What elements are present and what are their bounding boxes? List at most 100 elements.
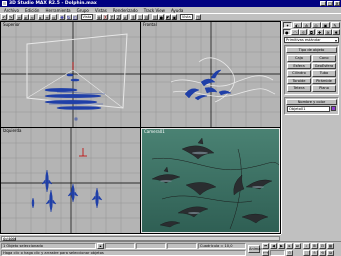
helpers-icon[interactable]: ✚ — [315, 29, 324, 35]
menu-archivo[interactable]: Archivo — [1, 8, 22, 13]
lights-icon[interactable]: ☼ — [299, 29, 308, 35]
link-icon[interactable]: ∞ — [16, 14, 22, 20]
geosphere-button[interactable]: GeoEsfera — [312, 62, 336, 69]
restrict-z-icon[interactable]: Z — [115, 14, 122, 20]
restrict-xy-icon[interactable]: ≠ — [121, 14, 128, 20]
space-warps-icon[interactable]: ≋ — [324, 29, 332, 35]
box-button[interactable]: Caja — [287, 55, 311, 62]
command-panel-tabs: ✦ ◐ ⋔ ◎ ▣ ✎ — [282, 21, 341, 29]
maximize-button[interactable]: □ — [327, 1, 333, 6]
unlink-icon[interactable]: ⌀ — [22, 14, 29, 20]
bind-space-warp-icon[interactable]: ≈ — [29, 14, 35, 20]
menu-vistas[interactable]: Vistas — [92, 8, 110, 13]
pivot-center-icon[interactable]: ⊕ — [95, 14, 102, 20]
menu-herramienta[interactable]: Herramienta — [42, 8, 73, 13]
teapot-button[interactable]: Tetera — [287, 85, 311, 92]
render-type-dropdown[interactable]: Vista — [179, 14, 193, 20]
previous-frame-icon[interactable]: ◀ — [270, 243, 277, 249]
arc-rotate-icon[interactable]: ⟲ — [319, 250, 326, 256]
pan-icon[interactable]: ✋︎ — [311, 250, 318, 256]
modify-tab-icon[interactable]: ◐ — [292, 22, 302, 28]
viewport-camera-canvas — [142, 129, 279, 232]
material-editor-icon[interactable]: ● — [158, 14, 165, 20]
viewport-front[interactable]: Frontal — [141, 22, 280, 127]
name-color-rollout-header[interactable]: Nombre y color — [286, 98, 337, 105]
time-config-icon[interactable]: ⏱ — [286, 250, 293, 256]
category-dropdown[interactable]: Primitivas estándar — [284, 37, 339, 43]
viewport-top[interactable]: Superior — [1, 22, 140, 127]
app-icon[interactable] — [2, 1, 7, 6]
zoom-all-icon[interactable]: ⊞ — [311, 243, 318, 249]
menu-edicion[interactable]: Edición — [22, 8, 42, 13]
create-tab-icon[interactable]: ✦ — [283, 22, 292, 28]
pyramid-button[interactable]: Pirámide — [312, 77, 336, 84]
time-slider-thumb[interactable]: 0 / 100 — [2, 236, 16, 241]
viewport-area: Superior Frontal Izquierda Camera01 — [0, 21, 281, 234]
go-to-start-icon[interactable]: ⏮ — [262, 243, 269, 249]
align-icon[interactable]: ⊟ — [143, 14, 150, 20]
object-type-rollout-header[interactable]: Tipo de objeto — [286, 47, 337, 53]
torus-button[interactable]: Toroide — [287, 77, 311, 84]
cone-button[interactable]: Cono — [312, 55, 336, 62]
zoom-extents-all-icon[interactable]: ▦ — [327, 243, 334, 249]
zoom-icon[interactable]: ⌕ — [303, 243, 310, 249]
zoom-extents-icon[interactable]: ⊡ — [319, 243, 326, 249]
tube-button[interactable]: Tubo — [312, 70, 336, 77]
restrict-y-icon[interactable]: Y — [108, 14, 115, 20]
sphere-button[interactable]: Esfera — [287, 62, 311, 69]
close-button[interactable]: × — [334, 1, 340, 6]
quick-render-icon[interactable]: ▣ — [171, 14, 178, 20]
lock-selection-icon[interactable]: 🔒︎ — [97, 243, 104, 249]
undo-icon[interactable]: ↶ — [1, 14, 7, 20]
viewport-top-label[interactable]: Superior — [3, 22, 20, 27]
selection-region-icon[interactable]: ▭ — [50, 14, 57, 20]
minimize-button[interactable]: _ — [320, 1, 326, 6]
render-last-icon[interactable]: ◫ — [195, 14, 202, 20]
restrict-x-icon[interactable]: X — [102, 14, 109, 20]
geometry-icon[interactable]: ● — [283, 29, 291, 35]
menu-ayuda[interactable]: Ayuda — [168, 8, 186, 13]
maximize-viewport-icon[interactable]: ⧉ — [327, 250, 334, 256]
cameras-icon[interactable]: ◘ — [307, 29, 316, 35]
object-color-swatch[interactable] — [331, 106, 336, 111]
menu-grupo[interactable]: Grupo — [74, 8, 92, 13]
select-move-icon[interactable]: ✥ — [59, 14, 65, 20]
coord-y-field — [136, 243, 166, 249]
viewport-left[interactable]: Izquierda — [1, 128, 140, 233]
hierarchy-tab-icon[interactable]: ⋔ — [302, 22, 311, 28]
select-object-icon[interactable]: ▸ — [37, 14, 44, 20]
object-name-field[interactable]: Objeto01 — [287, 105, 330, 112]
viewport-camera-label[interactable]: Camera01 — [144, 129, 165, 134]
systems-icon[interactable]: ✱ — [332, 29, 341, 35]
time-slider[interactable]: 0 / 100 — [0, 234, 281, 241]
region-zoom-icon[interactable]: ⬚ — [303, 250, 310, 256]
next-frame-icon[interactable]: ▸ — [286, 243, 293, 249]
viewport-camera[interactable]: Camera01 — [141, 128, 280, 233]
viewport-front-label[interactable]: Frontal — [143, 22, 157, 27]
animate-button[interactable]: Animar — [248, 245, 262, 253]
object-type-rollout: Tipo de objeto Caja Cono Esfera GeoEsfer… — [284, 45, 339, 95]
select-rotate-icon[interactable]: ↻ — [65, 14, 72, 20]
viewport-left-label[interactable]: Izquierda — [3, 128, 22, 133]
plane-button[interactable]: Plano — [312, 85, 336, 92]
render-scene-icon[interactable]: ◩ — [164, 14, 171, 20]
utilities-tab-icon[interactable]: ✎ — [330, 22, 340, 28]
motion-tab-icon[interactable]: ◎ — [311, 22, 321, 28]
track-view-icon[interactable]: ☷ — [151, 14, 158, 20]
cylinder-button[interactable]: Cilindro — [287, 70, 311, 77]
redo-icon[interactable]: ↷ — [7, 14, 14, 20]
select-scale-icon[interactable]: ◱ — [72, 14, 78, 20]
reference-coord-dropdown[interactable]: Vista — [80, 14, 94, 20]
play-icon[interactable]: ▶ — [278, 243, 285, 249]
select-by-name-icon[interactable]: ≡ — [44, 14, 50, 20]
shapes-icon[interactable]: ◠ — [291, 29, 299, 35]
current-frame-field[interactable] — [270, 250, 285, 256]
array-icon[interactable]: ⁙ — [136, 14, 143, 20]
menu-renderizado[interactable]: Renderizado — [110, 8, 141, 13]
go-to-end-icon[interactable]: ⏭ — [294, 243, 301, 249]
display-tab-icon[interactable]: ▣ — [321, 22, 330, 28]
menu-track-view[interactable]: Track View — [141, 8, 168, 13]
mirror-icon[interactable]: ⫼ — [130, 14, 137, 20]
key-mode-icon[interactable]: ⟷ — [262, 250, 269, 256]
name-color-rollout: Nombre y color Objeto01 — [284, 96, 339, 115]
